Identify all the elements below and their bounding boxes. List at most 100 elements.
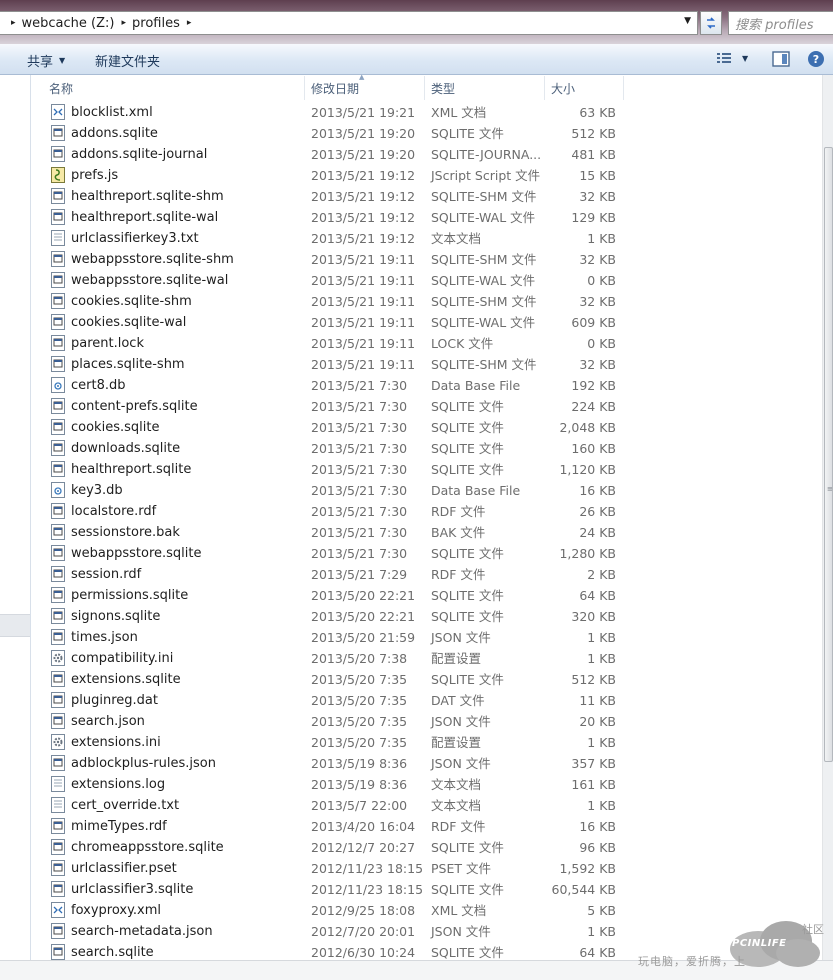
breadcrumb-chevron-icon[interactable]: ▸ (187, 18, 192, 28)
file-date: 2013/4/20 16:04 (311, 819, 416, 834)
file-row[interactable]: pluginreg.dat 2013/5/20 7:35 DAT 文件 11 KB (44, 690, 644, 711)
file-name: search-metadata.json (71, 924, 213, 939)
file-row[interactable]: urlclassifier3.sqlite 2012/11/23 18:15 SQL… (44, 879, 644, 900)
file-type: JSON 文件 (431, 924, 491, 939)
file-type: SQLITE 文件 (431, 609, 504, 624)
file-row[interactable]: extensions.ini 2013/5/20 7:35 配置设置 1 KB (44, 732, 644, 753)
file-row[interactable]: webappsstore.sqlite-wal 2013/5/21 19:11 SQ… (44, 270, 644, 291)
breadcrumb-chevron-icon[interactable]: ▸ (121, 18, 126, 28)
file-name: permissions.sqlite (71, 588, 189, 603)
file-name: urlclassifierkey3.txt (71, 231, 199, 246)
file-size: 1 KB (587, 630, 616, 645)
generic-file-icon (51, 881, 65, 897)
file-date: 2013/5/21 7:30 (311, 504, 408, 519)
file-row[interactable]: webappsstore.sqlite 2013/5/21 7:30 SQLITE … (44, 543, 644, 564)
file-row[interactable]: mimeTypes.rdf 2013/4/20 16:04 RDF 文件 16 KB (44, 816, 644, 837)
breadcrumb-webcache[interactable]: webcache (Z:) (22, 16, 115, 31)
file-row[interactable]: cookies.sqlite-wal 2013/5/21 19:11 SQLITE-… (44, 312, 644, 333)
file-row[interactable]: webappsstore.sqlite-shm 2013/5/21 19:11 SQ… (44, 249, 644, 270)
file-row[interactable]: adblockplus-rules.json 2013/5/19 8:36 JSON… (44, 753, 644, 774)
file-size: 129 KB (571, 210, 616, 225)
file-row[interactable]: urlclassifier.pset 2012/11/23 18:15 PSET 文… (44, 858, 644, 879)
file-row[interactable]: healthreport.sqlite-wal 2013/5/21 19:12 SQ… (44, 207, 644, 228)
navigation-selected-item[interactable] (0, 614, 30, 637)
file-name: localstore.rdf (71, 504, 157, 519)
file-name: extensions.ini (71, 735, 161, 750)
column-header-type[interactable]: 类型 (426, 76, 545, 100)
new-folder-button[interactable]: 新建文件夹 (95, 51, 160, 70)
file-row[interactable]: foxyproxy.xml 2012/9/25 18:08 XML 文档 5 KB (44, 900, 644, 921)
file-row[interactable]: extensions.log 2013/5/19 8:36 文本文档 161 KB (44, 774, 644, 795)
file-row[interactable]: urlclassifierkey3.txt 2013/5/21 19:12 文本文档… (44, 228, 644, 249)
file-size: 512 KB (571, 672, 616, 687)
help-button[interactable]: ? (808, 51, 824, 67)
file-row[interactable]: localstore.rdf 2013/5/21 7:30 RDF 文件 26 KB (44, 501, 644, 522)
generic-file-icon (51, 356, 65, 372)
vertical-scrollbar[interactable]: ≡ (822, 75, 833, 960)
file-row[interactable]: cert_override.txt 2013/5/7 22:00 文本文档 1 KB (44, 795, 644, 816)
share-button[interactable]: 共享 ▼ (27, 51, 65, 70)
file-name: signons.sqlite (71, 609, 161, 624)
file-row[interactable]: parent.lock 2013/5/21 19:11 LOCK 文件 0 KB (44, 333, 644, 354)
column-header-size[interactable]: 大小 (546, 76, 624, 100)
file-size: 320 KB (571, 609, 616, 624)
file-row[interactable]: search-metadata.json 2012/7/20 20:01 JSON … (44, 921, 644, 942)
breadcrumb-profiles[interactable]: profiles (132, 16, 180, 31)
file-row[interactable]: chromeappsstore.sqlite 2012/12/7 20:27 SQL… (44, 837, 644, 858)
xml-file-icon (51, 104, 65, 120)
column-header-name[interactable]: 名称 (44, 76, 305, 100)
file-row[interactable]: permissions.sqlite 2013/5/20 22:21 SQLITE … (44, 585, 644, 606)
file-row[interactable]: addons.sqlite 2013/5/21 19:20 SQLITE 文件 512… (44, 123, 644, 144)
file-type: JSON 文件 (431, 630, 491, 645)
file-row[interactable]: session.rdf 2013/5/21 7:29 RDF 文件 2 KB (44, 564, 644, 585)
file-row[interactable]: prefs.js 2013/5/21 19:12 JScript Script 文件… (44, 165, 644, 186)
address-dropdown-icon[interactable]: ▼ (684, 16, 691, 26)
file-date: 2013/5/20 22:21 (311, 609, 416, 624)
file-row[interactable]: cert8.db 2013/5/21 7:30 Data Base File 192 … (44, 375, 644, 396)
file-name: cert8.db (71, 378, 126, 393)
preview-pane-button[interactable] (772, 51, 790, 71)
file-list: blocklist.xml 2013/5/21 19:21 XML 文档 63 KB a… (44, 102, 644, 963)
file-row[interactable]: healthreport.sqlite 2013/5/21 7:30 SQLITE … (44, 459, 644, 480)
generic-file-icon (51, 419, 65, 435)
column-header-date[interactable]: 修改日期 (306, 76, 425, 100)
file-row[interactable]: cookies.sqlite-shm 2013/5/21 19:11 SQLITE-… (44, 291, 644, 312)
preview-pane-icon (772, 51, 790, 67)
script-file-icon (51, 167, 65, 183)
file-name: webappsstore.sqlite (71, 546, 202, 561)
breadcrumb-chevron-icon[interactable]: ▸ (11, 18, 16, 28)
file-row[interactable]: sessionstore.bak 2013/5/21 7:30 BAK 文件 24 K… (44, 522, 644, 543)
file-size: 192 KB (571, 378, 616, 393)
file-row[interactable]: extensions.sqlite 2013/5/20 7:35 SQLITE 文件… (44, 669, 644, 690)
change-view-button[interactable]: ▼ (716, 52, 748, 64)
file-date: 2012/9/25 18:08 (311, 903, 416, 918)
refresh-button[interactable] (700, 11, 722, 35)
file-row[interactable]: downloads.sqlite 2013/5/21 7:30 SQLITE 文件 1… (44, 438, 644, 459)
file-row[interactable]: healthreport.sqlite-shm 2013/5/21 19:12 SQ… (44, 186, 644, 207)
address-box[interactable]: ▸ webcache (Z:) ▸ profiles ▸ ▼ (0, 11, 698, 35)
file-date: 2013/5/21 7:30 (311, 483, 408, 498)
navigation-pane[interactable] (0, 75, 31, 960)
file-row[interactable]: cookies.sqlite 2013/5/21 7:30 SQLITE 文件 2,0… (44, 417, 644, 438)
file-row[interactable]: signons.sqlite 2013/5/20 22:21 SQLITE 文件 32… (44, 606, 644, 627)
file-size: 2,048 KB (559, 420, 616, 435)
search-input[interactable]: 搜索 profiles (728, 11, 833, 35)
file-date: 2013/5/21 19:20 (311, 147, 416, 162)
generic-file-icon (51, 272, 65, 288)
file-size: 1,120 KB (559, 462, 616, 477)
file-row[interactable]: content-prefs.sqlite 2013/5/21 7:30 SQLITE… (44, 396, 644, 417)
file-row[interactable]: compatibility.ini 2013/5/20 7:38 配置设置 1 KB (44, 648, 644, 669)
file-name: content-prefs.sqlite (71, 399, 198, 414)
file-size: 0 KB (587, 273, 616, 288)
file-row[interactable]: places.sqlite-shm 2013/5/21 19:11 SQLITE-S… (44, 354, 644, 375)
file-type: SQLITE-JOURNA... (431, 147, 542, 162)
file-size: 64 KB (579, 588, 616, 603)
scrollbar-thumb[interactable]: ≡ (824, 147, 833, 762)
file-row[interactable]: key3.db 2013/5/21 7:30 Data Base File 16 KB (44, 480, 644, 501)
file-row[interactable]: times.json 2013/5/20 21:59 JSON 文件 1 KB (44, 627, 644, 648)
file-row[interactable]: search.json 2013/5/20 7:35 JSON 文件 20 KB (44, 711, 644, 732)
file-row[interactable]: addons.sqlite-journal 2013/5/21 19:20 SQLI… (44, 144, 644, 165)
file-date: 2013/5/21 19:12 (311, 168, 416, 183)
file-row[interactable]: blocklist.xml 2013/5/21 19:21 XML 文档 63 KB (44, 102, 644, 123)
file-type: 配置设置 (431, 735, 482, 750)
